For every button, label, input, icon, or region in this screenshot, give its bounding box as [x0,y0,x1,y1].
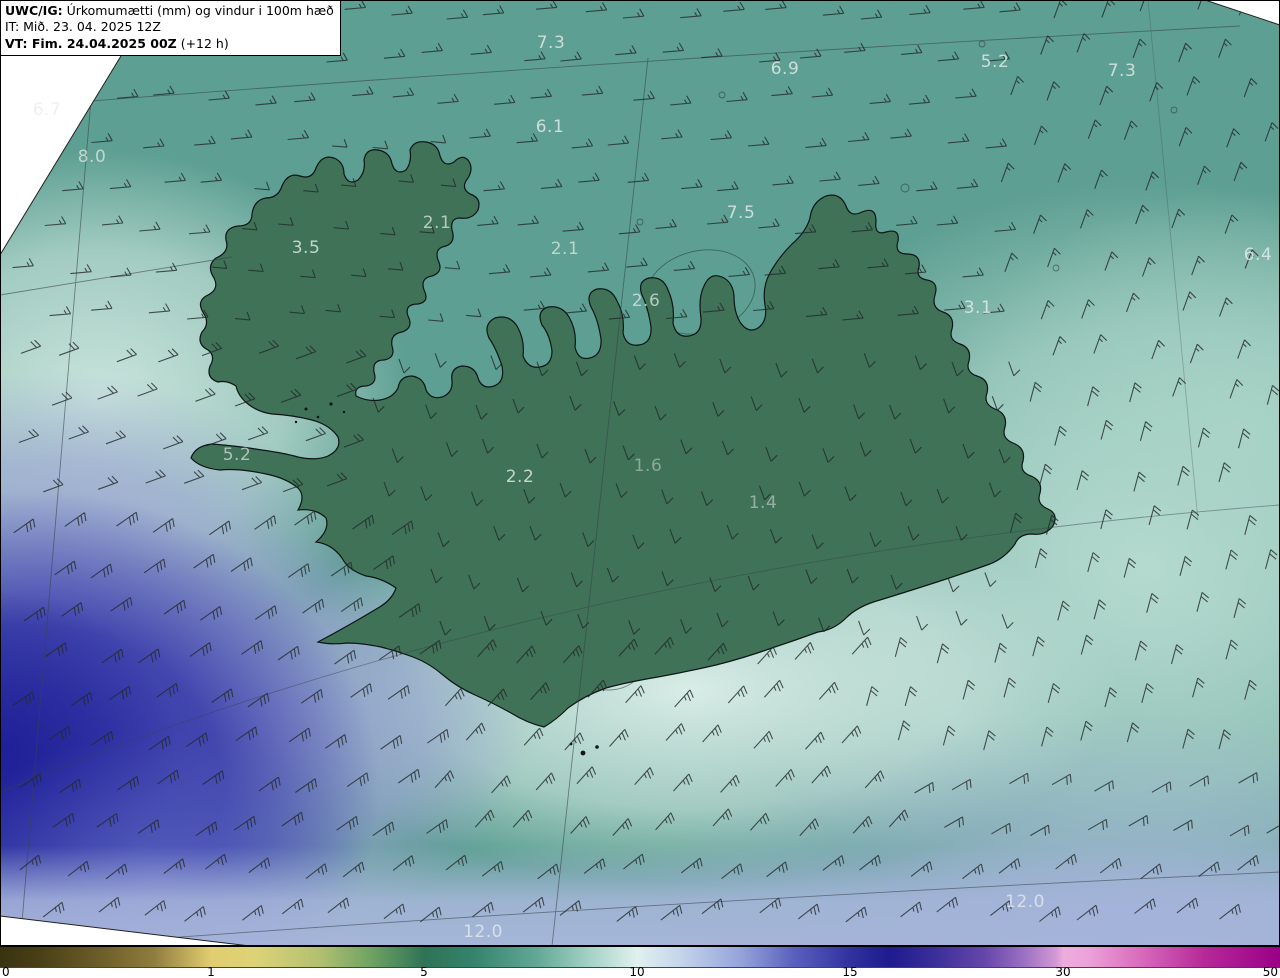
colorbar-tick: 30 [1055,965,1071,978]
colorbar-tick-labels: 0 1 5 10 15 30 50 [0,965,1280,978]
weather-map-screenshot: 6.7 8.0 3.5 2.1 2.1 7.3 6.1 2.6 7.5 6.9 5.2 7.3 3.1 6… [0,0,1280,978]
colorbar-tick: 5 [420,965,428,978]
colorbar-tick: 0 [2,965,10,978]
init-time-line: IT: Mið. 23. 04. 2025 12Z [5,19,161,35]
title-box: UWC/IG: Úrkomumætti (mm) og vindur i 100… [0,0,341,56]
valid-time-line: VT: Fim. 24.04.2025 00Z (+12 h) [5,35,229,51]
colorbar-tick: 10 [629,965,645,978]
colorbar-tick: 15 [842,965,858,978]
precipitation-wind-map [0,0,1280,946]
colorbar-tick: 1 [207,965,215,978]
title-line-1: UWC/IG: Úrkomumætti (mm) og vindur i 100… [5,3,334,18]
colorbar-tick: 50 [1262,965,1278,978]
